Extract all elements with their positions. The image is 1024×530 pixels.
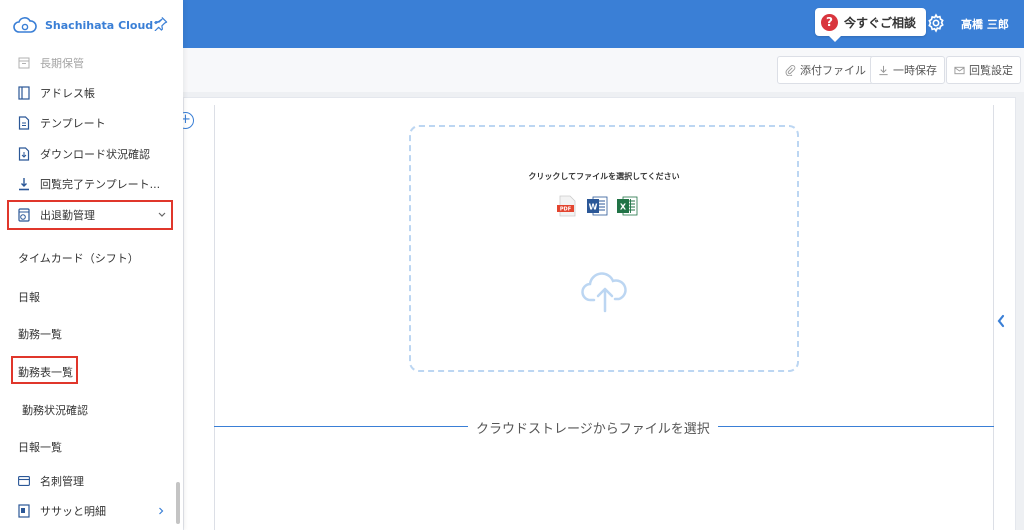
highlight-box-schedule-list	[11, 356, 78, 384]
sidebar-item-address-book[interactable]: アドレス帳	[18, 81, 95, 105]
sidebar-item-archive[interactable]: 長期保管	[18, 51, 84, 75]
download-tray-icon	[18, 177, 30, 191]
pdf-icon-text: PDF	[560, 207, 571, 213]
mail-icon	[954, 66, 965, 74]
sidebar-subitem-timecard[interactable]: タイムカード（シフト）	[18, 250, 139, 266]
temp-save-button[interactable]: 一時保存	[870, 56, 945, 84]
cloud-logo-icon	[13, 17, 37, 33]
chevron-left-icon[interactable]	[996, 313, 1006, 329]
attach-file-button[interactable]: 添付ファイル	[777, 56, 874, 84]
pin-icon[interactable]	[153, 16, 168, 31]
sidebar-item-label: テンプレート	[40, 117, 106, 130]
sidebar-item-label: 名刺管理	[40, 475, 84, 488]
sidebar-item-download-status[interactable]: ダウンロード状況確認	[18, 142, 150, 166]
file-dropzone[interactable]: クリックしてファイルを選択してください PDF W X	[409, 125, 799, 372]
temp-save-label: 一時保存	[893, 64, 937, 77]
consult-label: 今すぐご相談	[844, 15, 917, 30]
archive-icon	[18, 56, 30, 70]
download-status-icon	[18, 147, 30, 161]
cloud-storage-link[interactable]: クラウドストレージからファイルを選択	[468, 418, 718, 437]
excel-icon: X	[617, 196, 638, 216]
sidebar-item-label: 回覧完了テンプレート...	[40, 178, 161, 191]
dropzone-prompt: クリックしてファイルを選択してください	[528, 172, 680, 181]
brand-name: Shachihata Cloud	[45, 18, 154, 32]
file-type-icons: PDF W X	[556, 195, 638, 217]
sidebar-subitem-work-list[interactable]: 勤務一覧	[18, 326, 62, 342]
circulation-settings-label: 回覧設定	[969, 64, 1013, 77]
sidebar-item-templates[interactable]: テンプレート	[18, 111, 106, 135]
circulation-settings-button[interactable]: 回覧設定	[946, 56, 1021, 84]
sidebar-subitem-daily-report[interactable]: 日報	[18, 289, 40, 305]
question-icon: ?	[821, 13, 838, 31]
user-name[interactable]: 高橋 三郎	[961, 16, 1009, 32]
download-icon	[879, 65, 888, 75]
consult-button[interactable]: ? 今すぐご相談	[815, 8, 927, 42]
sidebar-item-label: 長期保管	[40, 57, 84, 70]
highlight-box-attendance	[7, 200, 173, 230]
excel-icon-text: X	[620, 203, 627, 212]
sidebar-subitem-work-status[interactable]: 勤務状況確認	[22, 402, 88, 418]
sidebar-item-label: ササッと明細	[40, 505, 106, 518]
statement-icon	[18, 504, 30, 518]
sidebar-subitem-daily-report-list[interactable]: 日報一覧	[18, 439, 62, 455]
sidebar-item-completed-templates[interactable]: 回覧完了テンプレート...	[18, 172, 160, 196]
word-icon-text: W	[589, 203, 598, 212]
chevron-right-icon[interactable]	[158, 507, 164, 515]
sidebar: Shachihata Cloud 長期保管 アドレス帳 テンプレート ダウンロー…	[0, 0, 183, 530]
document-icon	[18, 116, 30, 130]
sidebar-scrollbar[interactable]	[176, 482, 180, 524]
brand-logo[interactable]: Shachihata Cloud	[13, 15, 153, 35]
attach-file-label: 添付ファイル	[800, 64, 866, 77]
address-book-icon	[18, 86, 30, 100]
gear-icon[interactable]	[926, 13, 946, 33]
sidebar-item-business-cards[interactable]: 名刺管理	[18, 469, 84, 493]
sidebar-item-label: ダウンロード状況確認	[40, 148, 150, 161]
cloud-upload-icon	[581, 272, 627, 313]
card-icon	[18, 474, 30, 488]
sidebar-item-statements[interactable]: ササッと明細	[18, 499, 106, 523]
word-icon: W	[587, 196, 608, 216]
sidebar-item-label: アドレス帳	[40, 87, 95, 100]
paperclip-icon	[785, 64, 796, 76]
pdf-icon: PDF	[557, 195, 576, 217]
